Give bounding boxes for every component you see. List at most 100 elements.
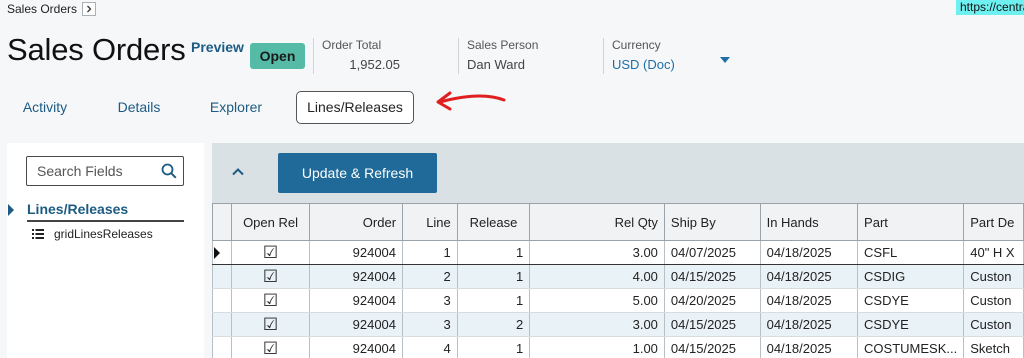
search-fields[interactable] <box>26 156 184 186</box>
tree-item-grid-label: gridLinesReleases <box>54 227 153 241</box>
column-header-part-desc[interactable]: Part De <box>963 203 1024 241</box>
column-header-line[interactable]: Line <box>402 203 458 241</box>
chevron-right-icon <box>87 5 92 13</box>
sales-person-value: Dan Ward <box>467 57 526 72</box>
update-refresh-button[interactable]: Update & Refresh <box>278 153 437 193</box>
breadcrumb: Sales Orders <box>7 2 97 16</box>
cell-in-hands: 04/18/2025 <box>759 312 859 337</box>
cell-release: 1 <box>456 336 531 358</box>
table-row[interactable]: ☑ 924004 4 1 1.00 04/15/2025 04/18/2025 COSTUME… <box>211 336 1024 358</box>
table-row[interactable]: ☑ 924004 2 1 4.00 04/15/2025 04/18/2025 CSDIG Cu… <box>211 264 1024 289</box>
cell-ship-by: 04/15/2025 <box>663 264 761 289</box>
cell-line: 1 <box>402 240 458 265</box>
cell-line: 3 <box>402 288 458 313</box>
cell-rel-qty: 3.00 <box>529 312 665 337</box>
cell-open-rel[interactable]: ☑ <box>231 240 310 265</box>
cell-order: 924004 <box>308 240 404 265</box>
search-icon[interactable] <box>161 163 177 179</box>
cell-open-rel[interactable]: ☑ <box>231 288 310 313</box>
cell-release: 1 <box>456 288 531 313</box>
row-indicator[interactable] <box>211 264 233 289</box>
column-header-release[interactable]: Release <box>456 203 531 241</box>
cell-line: 3 <box>402 312 458 337</box>
cell-rel-qty: 3.00 <box>529 240 665 265</box>
cell-order: 924004 <box>308 288 404 313</box>
cell-part-desc: Sketch <box>963 336 1024 358</box>
cell-in-hands: 04/18/2025 <box>759 288 859 313</box>
tree-item-lines-releases[interactable]: Lines/Releases <box>27 201 184 222</box>
cell-in-hands: 04/18/2025 <box>759 336 859 358</box>
row-indicator[interactable] <box>211 288 233 313</box>
cell-order: 924004 <box>308 264 404 289</box>
cell-part: CSDIG <box>857 264 965 289</box>
cell-ship-by: 04/20/2025 <box>663 288 761 313</box>
tab-explorer[interactable]: Explorer <box>200 91 272 124</box>
cell-order: 924004 <box>308 336 404 358</box>
status-badge: Open <box>250 43 305 69</box>
search-input[interactable] <box>27 157 147 185</box>
grid-body: ☑ 924004 1 1 3.00 04/07/2025 04/18/2025 CSFL 40"… <box>211 240 1024 358</box>
order-total-value: 1,952.05 <box>349 57 400 72</box>
cell-ship-by: 04/15/2025 <box>663 336 761 358</box>
column-header-order[interactable]: Order <box>308 203 404 241</box>
tab-activity[interactable]: Activity <box>14 91 76 124</box>
cell-open-rel[interactable]: ☑ <box>231 312 310 337</box>
column-header-part[interactable]: Part <box>857 203 965 241</box>
sales-person-label: Sales Person <box>467 38 539 52</box>
preview-label: Preview <box>191 39 244 55</box>
sidebar: Lines/Releases gridLinesReleases <box>7 143 204 358</box>
order-total-label: Order Total <box>322 38 382 52</box>
row-indicator[interactable] <box>211 336 233 358</box>
cell-part-desc: Custon <box>963 312 1024 337</box>
cell-part: CSDYE <box>857 288 965 313</box>
cell-release: 2 <box>456 312 531 337</box>
currency-dropdown-arrow-icon[interactable] <box>720 57 730 63</box>
tab-lines-releases[interactable]: Lines/Releases <box>296 91 414 124</box>
currency-label: Currency <box>612 38 661 52</box>
breadcrumb-label[interactable]: Sales Orders <box>7 2 77 16</box>
table-row[interactable]: ☑ 924004 3 1 5.00 04/20/2025 04/18/2025 CSDYE Cu… <box>211 288 1024 313</box>
cell-rel-qty: 5.00 <box>529 288 665 313</box>
column-header-in-hands[interactable]: In Hands <box>759 203 859 241</box>
cell-part: CSDYE <box>857 312 965 337</box>
current-row-pointer-icon <box>214 247 220 259</box>
cell-in-hands: 04/18/2025 <box>759 240 859 265</box>
row-indicator[interactable] <box>211 240 233 265</box>
sales-person-field: Sales Person Dan Ward <box>458 38 588 74</box>
cell-line: 4 <box>402 336 458 358</box>
table-row[interactable]: ☑ 924004 1 1 3.00 04/07/2025 04/18/2025 CSFL 40"… <box>211 240 1024 265</box>
cell-open-rel[interactable]: ☑ <box>231 336 310 358</box>
cell-part-desc: Custon <box>963 288 1024 313</box>
cell-release: 1 <box>456 264 531 289</box>
column-header-open-rel[interactable]: Open Rel <box>231 203 310 241</box>
cell-ship-by: 04/07/2025 <box>663 240 761 265</box>
cell-release: 1 <box>456 240 531 265</box>
chevron-up-icon[interactable] <box>231 165 245 179</box>
column-header-rel-qty[interactable]: Rel Qty <box>529 203 665 241</box>
row-indicator[interactable] <box>211 312 233 337</box>
cell-in-hands: 04/18/2025 <box>759 264 859 289</box>
column-header-indicator <box>211 203 233 241</box>
cell-rel-qty: 1.00 <box>529 336 665 358</box>
cell-rel-qty: 4.00 <box>529 264 665 289</box>
cell-order: 924004 <box>308 312 404 337</box>
page-title: Sales Orders <box>7 32 186 67</box>
lines-releases-grid: Open Rel Order Line Release Rel Qty Ship… <box>211 203 1024 358</box>
list-icon <box>32 229 44 239</box>
cell-part: CSFL <box>857 240 965 265</box>
breadcrumb-expand-button[interactable] <box>82 2 97 16</box>
page: Sales Orders https://centra Sales Orders… <box>0 0 1024 358</box>
cell-part-desc: 40" H X <box>963 240 1024 265</box>
cell-ship-by: 04/15/2025 <box>663 312 761 337</box>
cell-part: COSTUMESK... <box>857 336 965 358</box>
annotation-arrow-icon <box>436 91 506 111</box>
currency-field[interactable]: Currency USD (Doc) <box>603 38 743 74</box>
tab-details[interactable]: Details <box>109 91 169 124</box>
grid-header-row: Open Rel Order Line Release Rel Qty Ship… <box>211 203 1024 241</box>
tree-expand-icon[interactable] <box>8 204 14 216</box>
tree-item-grid[interactable]: gridLinesReleases <box>32 227 153 241</box>
cell-open-rel[interactable]: ☑ <box>231 264 310 289</box>
table-row[interactable]: ☑ 924004 3 2 3.00 04/15/2025 04/18/2025 CSDYE Cu… <box>211 312 1024 337</box>
url-chip: https://centra <box>956 0 1024 15</box>
column-header-ship-by[interactable]: Ship By <box>663 203 761 241</box>
